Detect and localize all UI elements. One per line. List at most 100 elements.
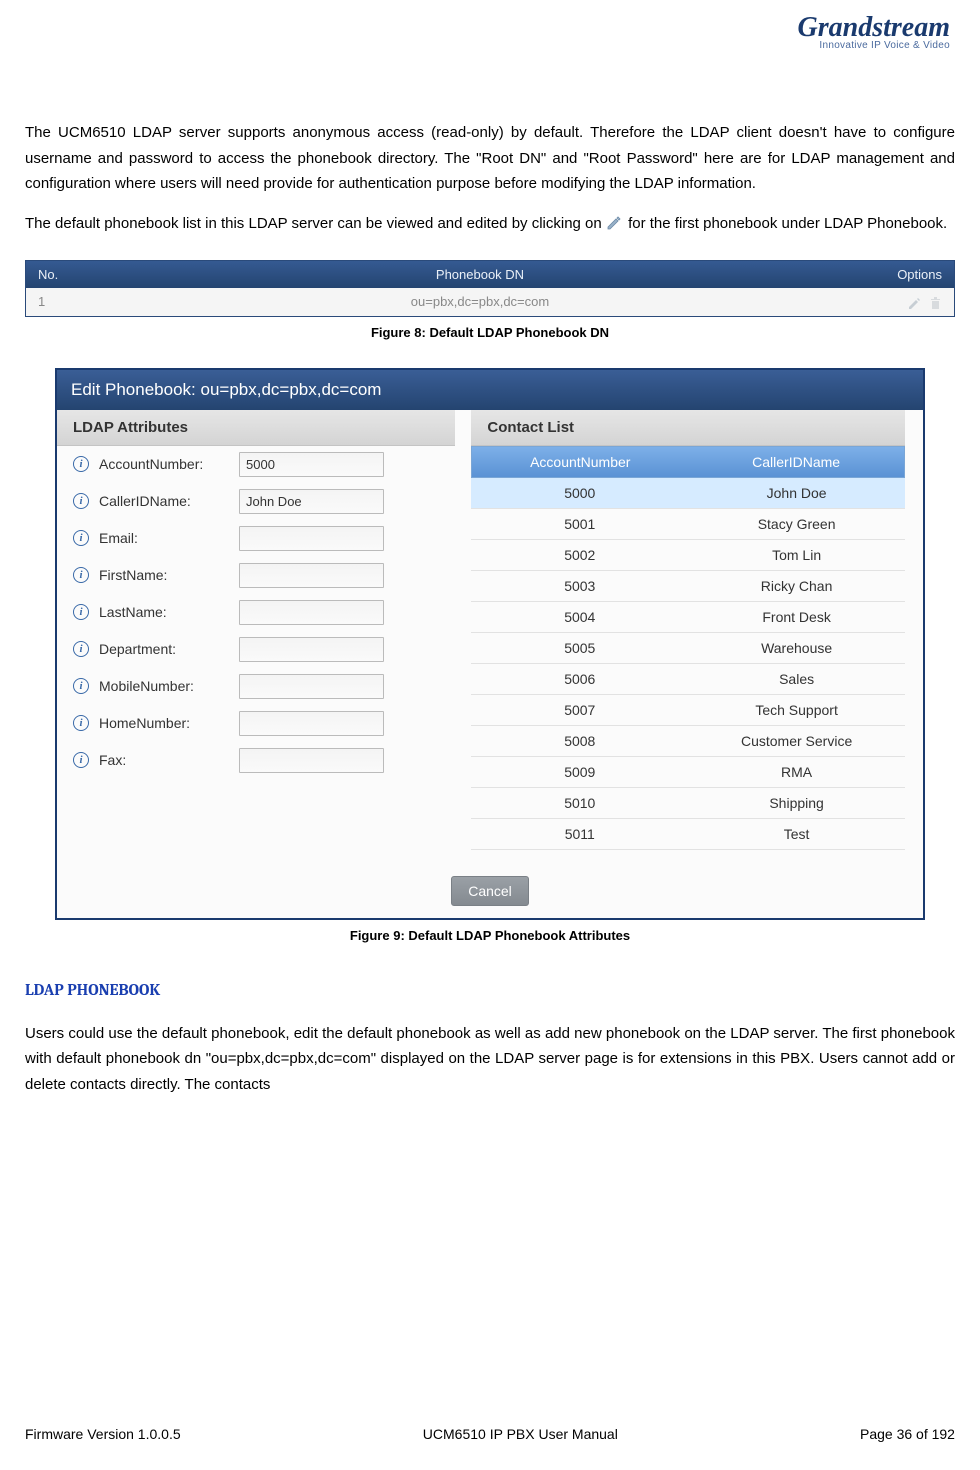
contact-name: John Doe [688, 478, 905, 508]
page-footer: Firmware Version 1.0.0.5 UCM6510 IP PBX … [25, 1426, 955, 1442]
col-options-header: Options [862, 267, 942, 282]
cell-dn: ou=pbx,dc=pbx,dc=com [98, 294, 862, 310]
attribute-input[interactable] [239, 526, 384, 551]
contact-name: Tom Lin [688, 540, 905, 570]
contact-name: Tech Support [688, 695, 905, 725]
attribute-label: FirstName: [99, 567, 229, 583]
contact-row[interactable]: 5006Sales [471, 664, 905, 695]
paragraph-2b: for the first phonebook under LDAP Phone… [628, 215, 947, 232]
contact-row[interactable]: 5003Ricky Chan [471, 571, 905, 602]
contact-row[interactable]: 5008Customer Service [471, 726, 905, 757]
attribute-input[interactable] [239, 563, 384, 588]
contact-row[interactable]: 5011Test [471, 819, 905, 850]
contact-name: Test [688, 819, 905, 849]
paragraph-2: The default phonebook list in this LDAP … [25, 211, 955, 237]
figure-8-header-row: No. Phonebook DN Options [26, 261, 954, 288]
attribute-input[interactable] [239, 637, 384, 662]
brand-tagline: Innovative IP Voice & Video [798, 40, 950, 51]
contact-acct: 5010 [471, 788, 688, 818]
contact-row[interactable]: 5001Stacy Green [471, 509, 905, 540]
attribute-input[interactable] [239, 600, 384, 625]
attribute-input[interactable] [239, 489, 384, 514]
footer-firmware: Firmware Version 1.0.0.5 [25, 1426, 181, 1442]
contact-acct: 5000 [471, 478, 688, 508]
contact-acct: 5002 [471, 540, 688, 570]
contact-name: Shipping [688, 788, 905, 818]
attribute-label: HomeNumber: [99, 715, 229, 731]
ldap-phonebook-heading: LDAP PHONEBOOK [25, 981, 955, 999]
figure-8-caption: Figure 8: Default LDAP Phonebook DN [25, 325, 955, 340]
cancel-button[interactable]: Cancel [451, 876, 529, 906]
attribute-label: AccountNumber: [99, 456, 229, 472]
cell-no: 1 [38, 294, 98, 310]
attribute-row: i AccountNumber: [57, 446, 455, 483]
attribute-label: Department: [99, 641, 229, 657]
edit-icon[interactable] [903, 294, 921, 309]
info-icon[interactable]: i [73, 493, 89, 509]
attribute-input[interactable] [239, 711, 384, 736]
contact-acct: 5011 [471, 819, 688, 849]
contact-list-panel: Contact List AccountNumber CallerIDName … [455, 410, 923, 870]
contact-row[interactable]: 5002Tom Lin [471, 540, 905, 571]
info-icon[interactable]: i [73, 715, 89, 731]
contact-name: RMA [688, 757, 905, 787]
contact-row[interactable]: 5004Front Desk [471, 602, 905, 633]
attribute-input[interactable] [239, 452, 384, 477]
delete-icon[interactable] [925, 294, 942, 309]
info-icon[interactable]: i [73, 678, 89, 694]
contact-acct: 5004 [471, 602, 688, 632]
attribute-row: iCallerIDName: [57, 483, 455, 520]
attribute-row: i FirstName: [57, 557, 455, 594]
contact-list-header: Contact List [471, 410, 905, 446]
contact-name: Stacy Green [688, 509, 905, 539]
info-icon[interactable]: i [73, 456, 89, 472]
brand-name: Grandstream [798, 15, 950, 40]
contact-acct: 5001 [471, 509, 688, 539]
info-icon[interactable]: i [73, 752, 89, 768]
ldap-attributes-panel: LDAP Attributes i AccountNumber: iCallerID… [57, 410, 455, 870]
contact-acct: 5003 [471, 571, 688, 601]
attribute-input[interactable] [239, 748, 384, 773]
attribute-label: MobileNumber: [99, 678, 229, 694]
contact-acct: 5005 [471, 633, 688, 663]
contact-name: Ricky Chan [688, 571, 905, 601]
contact-acct: 5008 [471, 726, 688, 756]
contact-row[interactable]: 5007Tech Support [471, 695, 905, 726]
contact-row[interactable]: 5005Warehouse [471, 633, 905, 664]
info-icon[interactable]: i [73, 567, 89, 583]
contact-row[interactable]: 5010Shipping [471, 788, 905, 819]
brand-logo: Grandstream Innovative IP Voice & Video [798, 15, 950, 51]
col-dn-header: Phonebook DN [98, 267, 862, 282]
contact-row[interactable]: 5009RMA [471, 757, 905, 788]
contact-acct-col: AccountNumber [472, 447, 688, 477]
contact-name: Front Desk [688, 602, 905, 632]
info-icon[interactable]: i [73, 641, 89, 657]
dialog-title: Edit Phonebook: ou=pbx,dc=pbx,dc=com [57, 370, 923, 410]
contact-acct: 5007 [471, 695, 688, 725]
attribute-row: i Email: [57, 520, 455, 557]
contact-name-col: CallerIDName [688, 447, 904, 477]
contact-list-col-headers: AccountNumber CallerIDName [471, 446, 905, 478]
contact-acct: 5006 [471, 664, 688, 694]
contact-name: Customer Service [688, 726, 905, 756]
attribute-row: i MobileNumber: [57, 668, 455, 705]
contact-acct: 5009 [471, 757, 688, 787]
info-icon[interactable]: i [73, 530, 89, 546]
contact-name: Sales [688, 664, 905, 694]
info-icon[interactable]: i [73, 604, 89, 620]
col-no-header: No. [38, 267, 98, 282]
ldap-attributes-header: LDAP Attributes [57, 410, 455, 446]
figure-9-caption: Figure 9: Default LDAP Phonebook Attribu… [25, 928, 955, 943]
edit-icon [606, 213, 624, 227]
contact-row[interactable]: 5000John Doe [471, 478, 905, 509]
figure-8-data-row: 1 ou=pbx,dc=pbx,dc=com [26, 288, 954, 316]
figure-9-dialog: Edit Phonebook: ou=pbx,dc=pbx,dc=com LDA… [55, 368, 925, 920]
attribute-label: Email: [99, 530, 229, 546]
attribute-row: i Department: [57, 631, 455, 668]
paragraph-2a: The default phonebook list in this LDAP … [25, 215, 606, 232]
attribute-input[interactable] [239, 674, 384, 699]
attribute-label: LastName: [99, 604, 229, 620]
attribute-label: Fax: [99, 752, 229, 768]
figure-8-table: No. Phonebook DN Options 1 ou=pbx,dc=pbx… [25, 260, 955, 317]
attribute-row: i Fax: [57, 742, 455, 779]
